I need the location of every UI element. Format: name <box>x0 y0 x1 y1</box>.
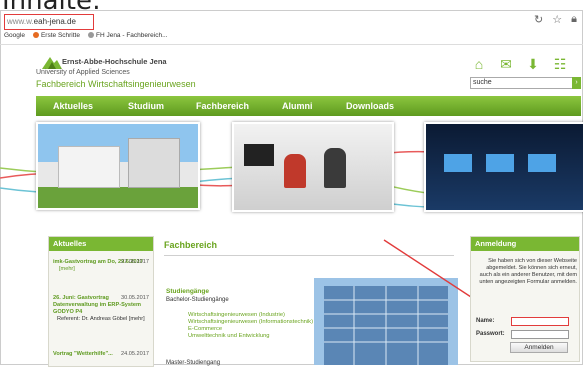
login-button[interactable]: Anmelden <box>510 342 568 353</box>
login-header: Anmeldung <box>471 237 579 251</box>
studiengaenge-heading: Studiengänge <box>166 288 209 295</box>
news-header: Aktuelles <box>49 237 153 251</box>
screen-shape <box>444 154 472 172</box>
program-link[interactable]: Umwelttechnik und Entwicklung <box>188 333 313 340</box>
url-bar[interactable]: www.w.eah-jena.de <box>4 14 94 30</box>
toolbar-divider <box>0 44 583 45</box>
password-label: Passwort: <box>476 331 505 337</box>
star-icon[interactable]: ☆ <box>552 13 562 26</box>
browser-toolbar-icons: ↻ ☆ 🔒︎ <box>534 13 577 26</box>
news-date: 24.05.2017 <box>121 351 149 357</box>
program-link[interactable]: E-Commerce <box>188 326 313 333</box>
news-panel: Aktuelles imk-Gastvortrag am Do, 29.6.20… <box>48 236 154 367</box>
sitemap-icon[interactable]: ☷ <box>551 55 569 73</box>
bookmark-google[interactable]: Google <box>4 32 25 39</box>
news-more-link[interactable]: [mehr] <box>53 266 151 273</box>
main-navigation: Aktuelles Studium Fachbereich Alumni Dow… <box>36 96 581 116</box>
site-quick-icons: ⌂ ✉ ⬇ ☷ <box>470 55 569 73</box>
name-label: Name: <box>476 318 495 324</box>
globe-icon <box>87 32 94 39</box>
bachelor-heading: Bachelor-Studiengänge <box>166 297 229 303</box>
department-title: Fachbereich Wirtschaftsingenieurwesen <box>36 79 196 89</box>
master-heading: Master-Studiengang <box>166 360 221 366</box>
nav-studium[interactable]: Studium <box>128 96 164 116</box>
building-shape <box>58 146 120 188</box>
home-icon[interactable]: ⌂ <box>470 55 488 73</box>
logo-subtitle: University of Applied Sciences <box>36 69 130 76</box>
lock-icon[interactable]: 🔒︎ <box>571 13 577 26</box>
url-host: eah-jena.de <box>33 17 76 26</box>
bookmark-erste-schritte-label: Erste Schritte <box>40 32 80 39</box>
student-figure <box>284 154 306 188</box>
news-item[interactable]: imk-Gastvortrag am Do, 29.6.2017 27.06.2… <box>53 259 151 273</box>
nav-fachbereich[interactable]: Fachbereich <box>196 96 249 116</box>
monitor-shape <box>244 144 274 166</box>
computer-lab-photo <box>232 122 394 212</box>
logout-message: Sie haben sich von dieser Webseite abgem… <box>479 258 577 285</box>
url-prefix: www.w. <box>7 17 34 26</box>
nav-aktuelles[interactable]: Aktuelles <box>53 96 93 116</box>
university-logo-icon[interactable] <box>42 55 62 69</box>
news-title[interactable]: Vortrag "Wetterhilfe"... <box>53 351 113 357</box>
server-room-photo <box>424 122 583 212</box>
bookmark-erste-schritte[interactable]: Erste Schritte <box>32 32 80 39</box>
bookmarks-bar: Google Erste Schritte FH Jena - Fachbere… <box>4 32 168 39</box>
news-date: 27.06.2017 <box>121 259 149 265</box>
site-search-input[interactable]: suche <box>470 77 574 89</box>
search-submit-button[interactable]: › <box>572 77 581 89</box>
password-input[interactable] <box>511 330 569 339</box>
program-link[interactable]: Wirtschaftsingenieurwesen (Informationst… <box>188 319 313 326</box>
download-icon[interactable]: ⬇ <box>524 55 542 73</box>
campus-photo <box>36 122 200 210</box>
student-figure <box>324 148 346 188</box>
name-input[interactable] <box>511 317 569 326</box>
mail-icon[interactable]: ✉ <box>497 55 515 73</box>
firefox-icon <box>32 32 39 39</box>
news-extra: Referent: Dr. Andreas Göbel [mehr] <box>57 316 145 322</box>
nav-downloads[interactable]: Downloads <box>346 96 394 116</box>
main-heading: Fachbereich <box>164 240 218 250</box>
screen-shape <box>486 154 514 172</box>
building-shape <box>128 138 180 188</box>
reload-icon[interactable]: ↻ <box>534 13 543 26</box>
logo-university-name: Ernst-Abbe-Hochschule Jena <box>62 57 167 66</box>
news-item[interactable]: 26. Juni: Gastvortrag Datenverwaltung im… <box>53 295 151 323</box>
bookmark-fh-jena[interactable]: FH Jena - Fachbereich... <box>87 32 168 39</box>
news-item[interactable]: Vortrag "Wetterhilfe"... 24.05.2017 <box>53 351 151 358</box>
news-date: 30.05.2017 <box>121 295 149 301</box>
program-link[interactable]: Wirtschaftsingenieurwesen (Industrie) <box>188 312 313 319</box>
nav-alumni[interactable]: Alumni <box>282 96 313 116</box>
header-photo-band <box>0 118 583 228</box>
program-links: Wirtschaftsingenieurwesen (Industrie) Wi… <box>188 312 313 340</box>
bookmark-google-label: Google <box>4 32 25 39</box>
screen-shape <box>528 154 556 172</box>
bookmark-fh-jena-label: FH Jena - Fachbereich... <box>95 32 168 39</box>
